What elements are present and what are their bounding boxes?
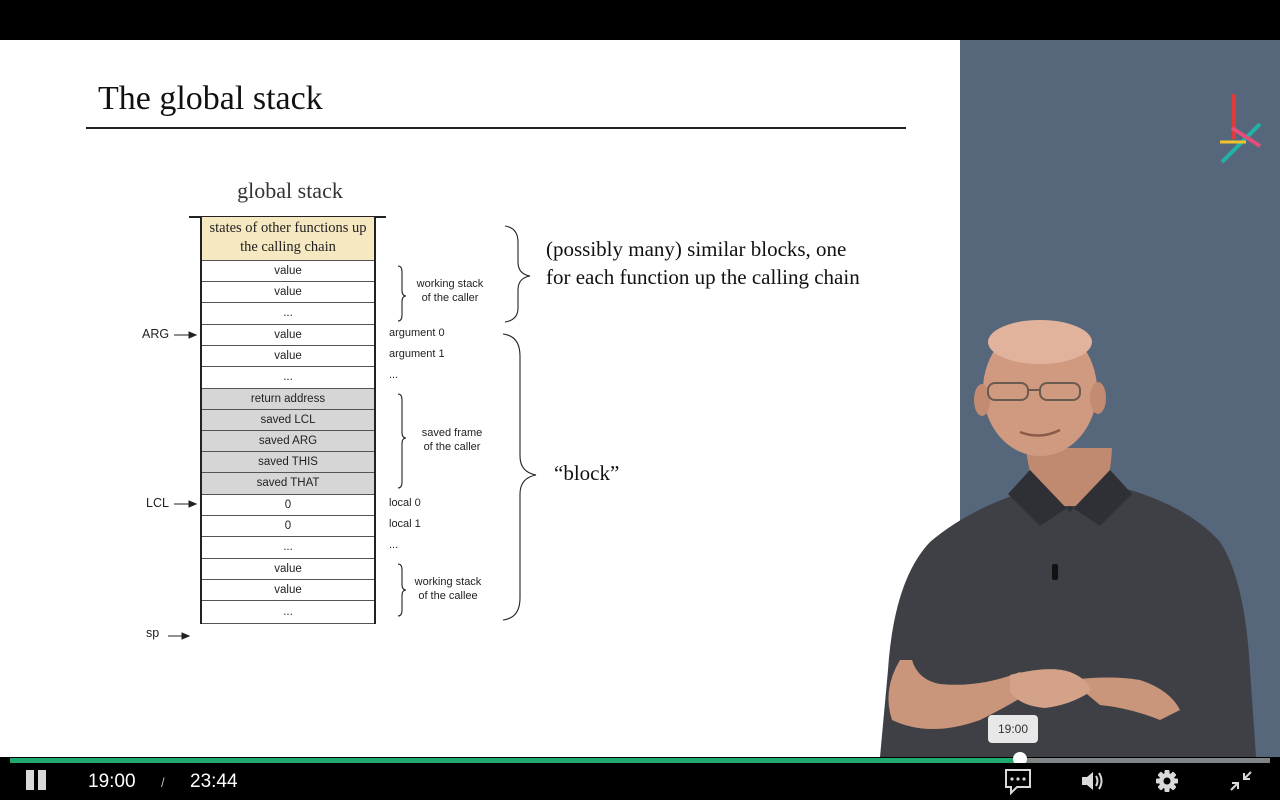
captions-icon[interactable] — [1003, 767, 1033, 795]
player-controls: 19:00 / 23:44 — [0, 763, 1280, 800]
duration: 23:44 — [190, 771, 238, 792]
course-logo-icon — [1220, 94, 1262, 164]
brace-saved-frame — [397, 393, 407, 489]
pause-icon-bar — [38, 770, 46, 790]
settings-gear-icon[interactable] — [1152, 767, 1182, 795]
brace-block — [502, 333, 537, 621]
pause-icon — [26, 770, 34, 790]
pause-button[interactable] — [24, 770, 48, 792]
exit-fullscreen-icon[interactable] — [1226, 767, 1256, 795]
sp-arrowhead — [181, 632, 191, 640]
brace-working-callee — [397, 563, 407, 617]
current-time: 19:00 — [88, 771, 136, 792]
diagram-annotations — [168, 225, 537, 640]
arg-arrowhead — [188, 331, 198, 339]
time-separator: / — [161, 775, 165, 790]
top-letterbox — [0, 0, 1280, 40]
braces — [397, 225, 537, 621]
brace-similar-blocks — [504, 225, 531, 323]
volume-icon[interactable] — [1078, 767, 1108, 795]
time-tooltip: 19:00 — [988, 715, 1038, 743]
lecture-slide: The global stack global stack states of … — [0, 40, 960, 757]
presenter-video — [880, 320, 1256, 757]
video-frame[interactable]: The global stack global stack states of … — [0, 40, 1280, 757]
pointer-arrows — [168, 331, 198, 640]
lcl-arrowhead — [188, 500, 198, 508]
brace-working-caller — [397, 265, 407, 322]
